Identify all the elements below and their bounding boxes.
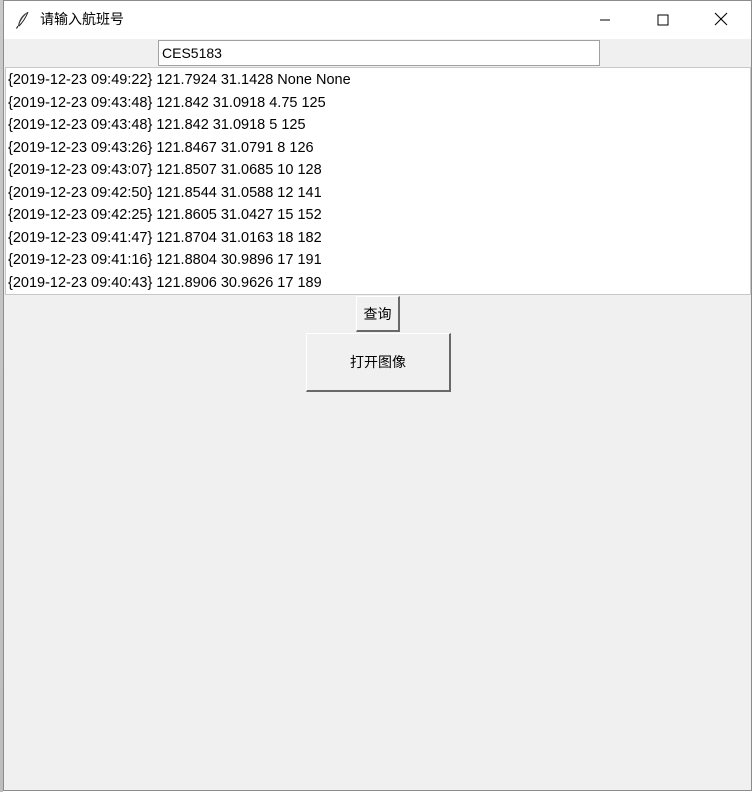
list-item[interactable]: {2019-12-23 09:41:16} 121.8804 30.9896 1…: [8, 249, 322, 271]
list-item[interactable]: {2019-12-23 09:41:47} 121.8704 31.0163 1…: [8, 227, 322, 249]
flight-number-input[interactable]: [158, 40, 600, 66]
minimize-icon: [599, 11, 611, 30]
maximize-icon: [657, 11, 669, 30]
list-item[interactable]: {2019-12-23 09:43:26} 121.8467 31.0791 8…: [8, 137, 314, 159]
results-listbox[interactable]: {2019-12-23 09:49:22} 121.7924 31.1428 N…: [5, 67, 751, 295]
list-item[interactable]: {2019-12-23 09:42:25} 121.8605 31.0427 1…: [8, 204, 322, 226]
list-item[interactable]: {2019-12-23 09:43:48} 121.842 31.0918 5 …: [8, 114, 306, 136]
list-item[interactable]: {2019-12-23 09:42:50} 121.8544 31.0588 1…: [8, 182, 322, 204]
list-item[interactable]: {2019-12-23 09:43:07} 121.8507 31.0685 1…: [8, 159, 322, 181]
feather-icon: [15, 11, 31, 29]
list-item[interactable]: {2019-12-23 09:40:43} 121.8906 30.9626 1…: [8, 272, 322, 294]
list-item[interactable]: {2019-12-23 09:49:22} 121.7924 31.1428 N…: [8, 69, 351, 91]
open-image-button[interactable]: 打开图像: [306, 333, 451, 392]
list-item[interactable]: {2019-12-23 09:43:48} 121.842 31.0918 4.…: [8, 92, 326, 114]
close-icon: [714, 11, 728, 30]
app-window: 请输入航班号 {2019-12-23 09:49:22} 121.7924 31…: [3, 0, 752, 791]
close-button[interactable]: [698, 1, 744, 39]
query-button[interactable]: 查询: [356, 296, 400, 332]
maximize-button[interactable]: [640, 1, 686, 39]
minimize-button[interactable]: [582, 1, 628, 39]
window-title: 请输入航班号: [40, 12, 124, 28]
title-bar[interactable]: 请输入航班号: [4, 1, 751, 39]
